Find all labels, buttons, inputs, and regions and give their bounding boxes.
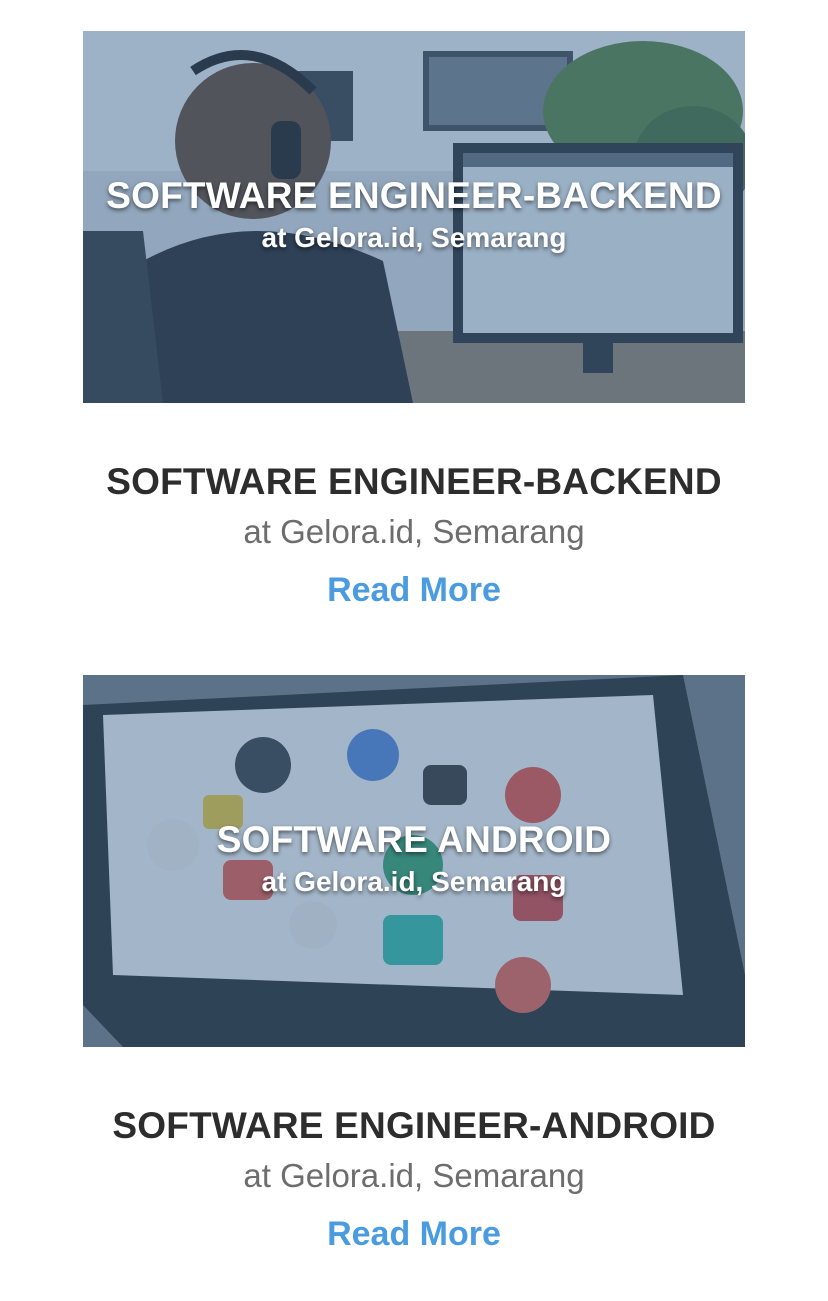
banner-subtitle: at Gelora.id, Semarang: [261, 866, 567, 897]
banner-title: SOFTWARE ENGINEER-BACKEND: [106, 175, 722, 216]
job-title: SOFTWARE ENGINEER-BACKEND: [106, 461, 722, 502]
job-location: at Gelora.id, Semarang: [243, 513, 585, 550]
job-location: at Gelora.id, Semarang: [243, 1157, 585, 1194]
banner-overlay: [83, 31, 745, 403]
read-more-link[interactable]: Read More: [83, 1215, 745, 1254]
job-banner-image[interactable]: SOFTWARE ENGINEER-BACKEND at Gelora.id, …: [83, 31, 745, 403]
banner-overlay: [83, 675, 745, 1047]
banner-title: SOFTWARE ANDROID: [216, 819, 612, 860]
job-title: SOFTWARE ENGINEER-ANDROID: [112, 1105, 716, 1146]
job-card-backend: SOFTWARE ENGINEER-BACKEND at Gelora.id, …: [83, 31, 745, 610]
read-more-link[interactable]: Read More: [83, 571, 745, 610]
job-banner-image[interactable]: SOFTWARE ANDROID at Gelora.id, Semarang: [83, 675, 745, 1047]
job-card-android: SOFTWARE ANDROID at Gelora.id, Semarang …: [83, 675, 745, 1254]
banner-subtitle: at Gelora.id, Semarang: [261, 222, 567, 253]
